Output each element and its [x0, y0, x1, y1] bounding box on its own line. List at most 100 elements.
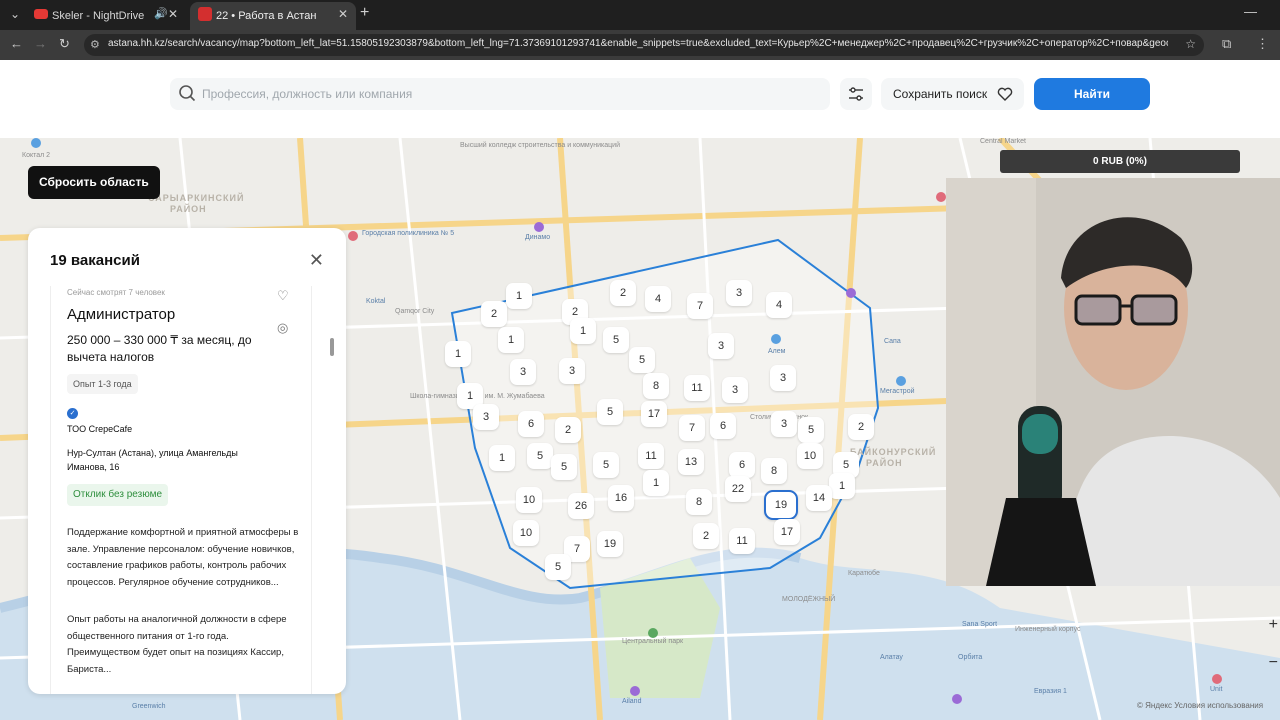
tab-music[interactable]: Skeler - NightDrive 🔊 ✕	[26, 2, 186, 30]
job-title-link[interactable]: Администратор	[67, 306, 175, 323]
zoom-in-icon[interactable]: +	[1269, 616, 1278, 634]
poi-marker-icon[interactable]	[771, 334, 781, 344]
company-link[interactable]: ТОО CrepeCafe	[67, 424, 132, 434]
cluster-marker[interactable]: 16	[608, 485, 634, 511]
cluster-marker[interactable]: 5	[629, 347, 655, 373]
map-label: Динамо	[525, 234, 551, 241]
cluster-marker[interactable]: 14	[806, 485, 832, 511]
cluster-marker[interactable]: 3	[510, 359, 536, 385]
cluster-marker[interactable]: 11	[729, 528, 755, 554]
hide-eye-icon[interactable]: ◎	[277, 320, 288, 336]
cluster-marker[interactable]: 5	[593, 452, 619, 478]
cluster-marker[interactable]: 11	[684, 375, 710, 401]
cluster-marker[interactable]: 17	[641, 401, 667, 427]
filters-button[interactable]	[840, 78, 872, 110]
back-icon[interactable]: ←	[10, 36, 23, 51]
cluster-marker[interactable]: 2	[848, 414, 874, 440]
cluster-marker[interactable]: 6	[729, 452, 755, 478]
map-label: Городская поликлиника № 5	[362, 230, 455, 237]
cluster-marker[interactable]: 7	[687, 293, 713, 319]
cluster-marker[interactable]: 5	[798, 417, 824, 443]
tab-close-icon[interactable]: ✕	[338, 2, 348, 26]
poi-marker-icon[interactable]	[952, 694, 962, 704]
cluster-marker[interactable]: 11	[638, 443, 664, 469]
cluster-marker[interactable]: 1	[445, 341, 471, 367]
cluster-marker[interactable]: 8	[686, 489, 712, 515]
cluster-marker[interactable]: 5	[603, 327, 629, 353]
cluster-marker[interactable]: 19	[764, 490, 798, 520]
tab-list-chevron-icon[interactable]: ⌄	[6, 5, 24, 23]
cluster-marker[interactable]: 3	[722, 377, 748, 403]
cluster-marker[interactable]: 2	[693, 523, 719, 549]
tab-hh[interactable]: 22 • Работа в Астане, поиск ✕	[190, 2, 356, 30]
menu-icon[interactable]: ⋮	[1256, 36, 1269, 52]
cluster-marker[interactable]: 4	[645, 286, 671, 312]
cluster-marker[interactable]: 3	[771, 411, 797, 437]
cluster-marker[interactable]: 2	[481, 301, 507, 327]
cluster-marker[interactable]: 13	[678, 449, 704, 475]
cluster-marker[interactable]: 7	[679, 415, 705, 441]
scrollbar-thumb[interactable]	[330, 338, 334, 356]
cluster-marker[interactable]: 2	[610, 280, 636, 306]
park-marker-icon[interactable]	[648, 628, 658, 638]
poi-marker-icon[interactable]	[846, 288, 856, 298]
minimize-icon[interactable]: —	[1244, 4, 1257, 19]
site-settings-icon[interactable]: ⚙	[90, 38, 100, 51]
cluster-marker[interactable]: 1	[643, 470, 669, 496]
poi-marker-icon[interactable]	[896, 376, 906, 386]
panel-scrollbar[interactable]	[330, 290, 334, 690]
address-bar[interactable]: ⚙ astana.hh.kz/search/vacancy/map?bottom…	[84, 34, 1204, 56]
cluster-marker[interactable]: 3	[726, 280, 752, 306]
cluster-marker[interactable]: 1	[570, 318, 596, 344]
cluster-marker[interactable]: 4	[766, 292, 792, 318]
cluster-marker[interactable]: 3	[559, 358, 585, 384]
hospital-marker-icon[interactable]	[348, 231, 358, 241]
cluster-marker[interactable]: 1	[489, 445, 515, 471]
close-icon[interactable]: ✕	[309, 250, 324, 271]
cluster-marker[interactable]: 5	[545, 554, 571, 580]
cluster-marker[interactable]: 22	[725, 476, 751, 502]
cluster-marker[interactable]: 10	[516, 487, 542, 513]
reset-area-button[interactable]: Сбросить область	[28, 166, 160, 199]
cluster-marker[interactable]: 10	[797, 443, 823, 469]
new-tab-icon[interactable]: +	[360, 4, 369, 22]
cluster-marker[interactable]: 5	[597, 399, 623, 425]
search-input[interactable]: Профессия, должность или компания	[170, 78, 830, 110]
cluster-marker[interactable]: 6	[710, 413, 736, 439]
cluster-marker[interactable]: 5	[527, 443, 553, 469]
poi-marker-icon[interactable]	[630, 686, 640, 696]
reload-icon[interactable]: ↻	[59, 36, 70, 52]
extensions-icon[interactable]: ⧉	[1222, 36, 1231, 52]
cluster-marker[interactable]: 8	[761, 458, 787, 484]
experience-badge: Опыт 1-3 года	[67, 374, 138, 394]
zoom-out-icon[interactable]: −	[1269, 654, 1278, 672]
cluster-marker[interactable]: 1	[498, 327, 524, 353]
cluster-marker[interactable]: 2	[555, 417, 581, 443]
poi-marker-icon[interactable]	[31, 138, 41, 148]
cluster-marker[interactable]: 1	[829, 473, 855, 499]
cluster-marker[interactable]: 19	[597, 531, 623, 557]
cluster-marker[interactable]: 3	[770, 365, 796, 391]
poi-marker-icon[interactable]	[936, 192, 946, 202]
cluster-marker[interactable]: 3	[708, 333, 734, 359]
poi-marker-icon[interactable]	[534, 222, 544, 232]
forward-icon[interactable]: →	[34, 36, 47, 51]
find-button[interactable]: Найти	[1034, 78, 1150, 110]
save-search-label: Сохранить поиск	[893, 87, 988, 101]
favorite-heart-icon[interactable]: ♡	[277, 288, 289, 304]
vacancy-card[interactable]: Сейчас смотрят 7 человек ♡ ◎ Администрат…	[50, 286, 312, 694]
map-attribution[interactable]: © Яндекс Условия использования	[1137, 701, 1263, 710]
cluster-marker[interactable]: 3	[473, 404, 499, 430]
bookmark-star-icon[interactable]: ☆	[1185, 37, 1196, 51]
cluster-marker[interactable]: 1	[506, 283, 532, 309]
cluster-marker[interactable]: 26	[568, 493, 594, 519]
tab-close-icon[interactable]: ✕	[168, 2, 178, 26]
cluster-marker[interactable]: 8	[643, 373, 669, 399]
cluster-marker[interactable]: 17	[774, 519, 800, 545]
cluster-marker[interactable]: 10	[513, 520, 539, 546]
poi-marker-icon[interactable]	[1212, 674, 1222, 684]
speaker-icon[interactable]: 🔊	[154, 2, 168, 26]
save-search-button[interactable]: Сохранить поиск	[881, 78, 1024, 110]
cluster-marker[interactable]: 6	[518, 411, 544, 437]
cluster-marker[interactable]: 5	[551, 454, 577, 480]
